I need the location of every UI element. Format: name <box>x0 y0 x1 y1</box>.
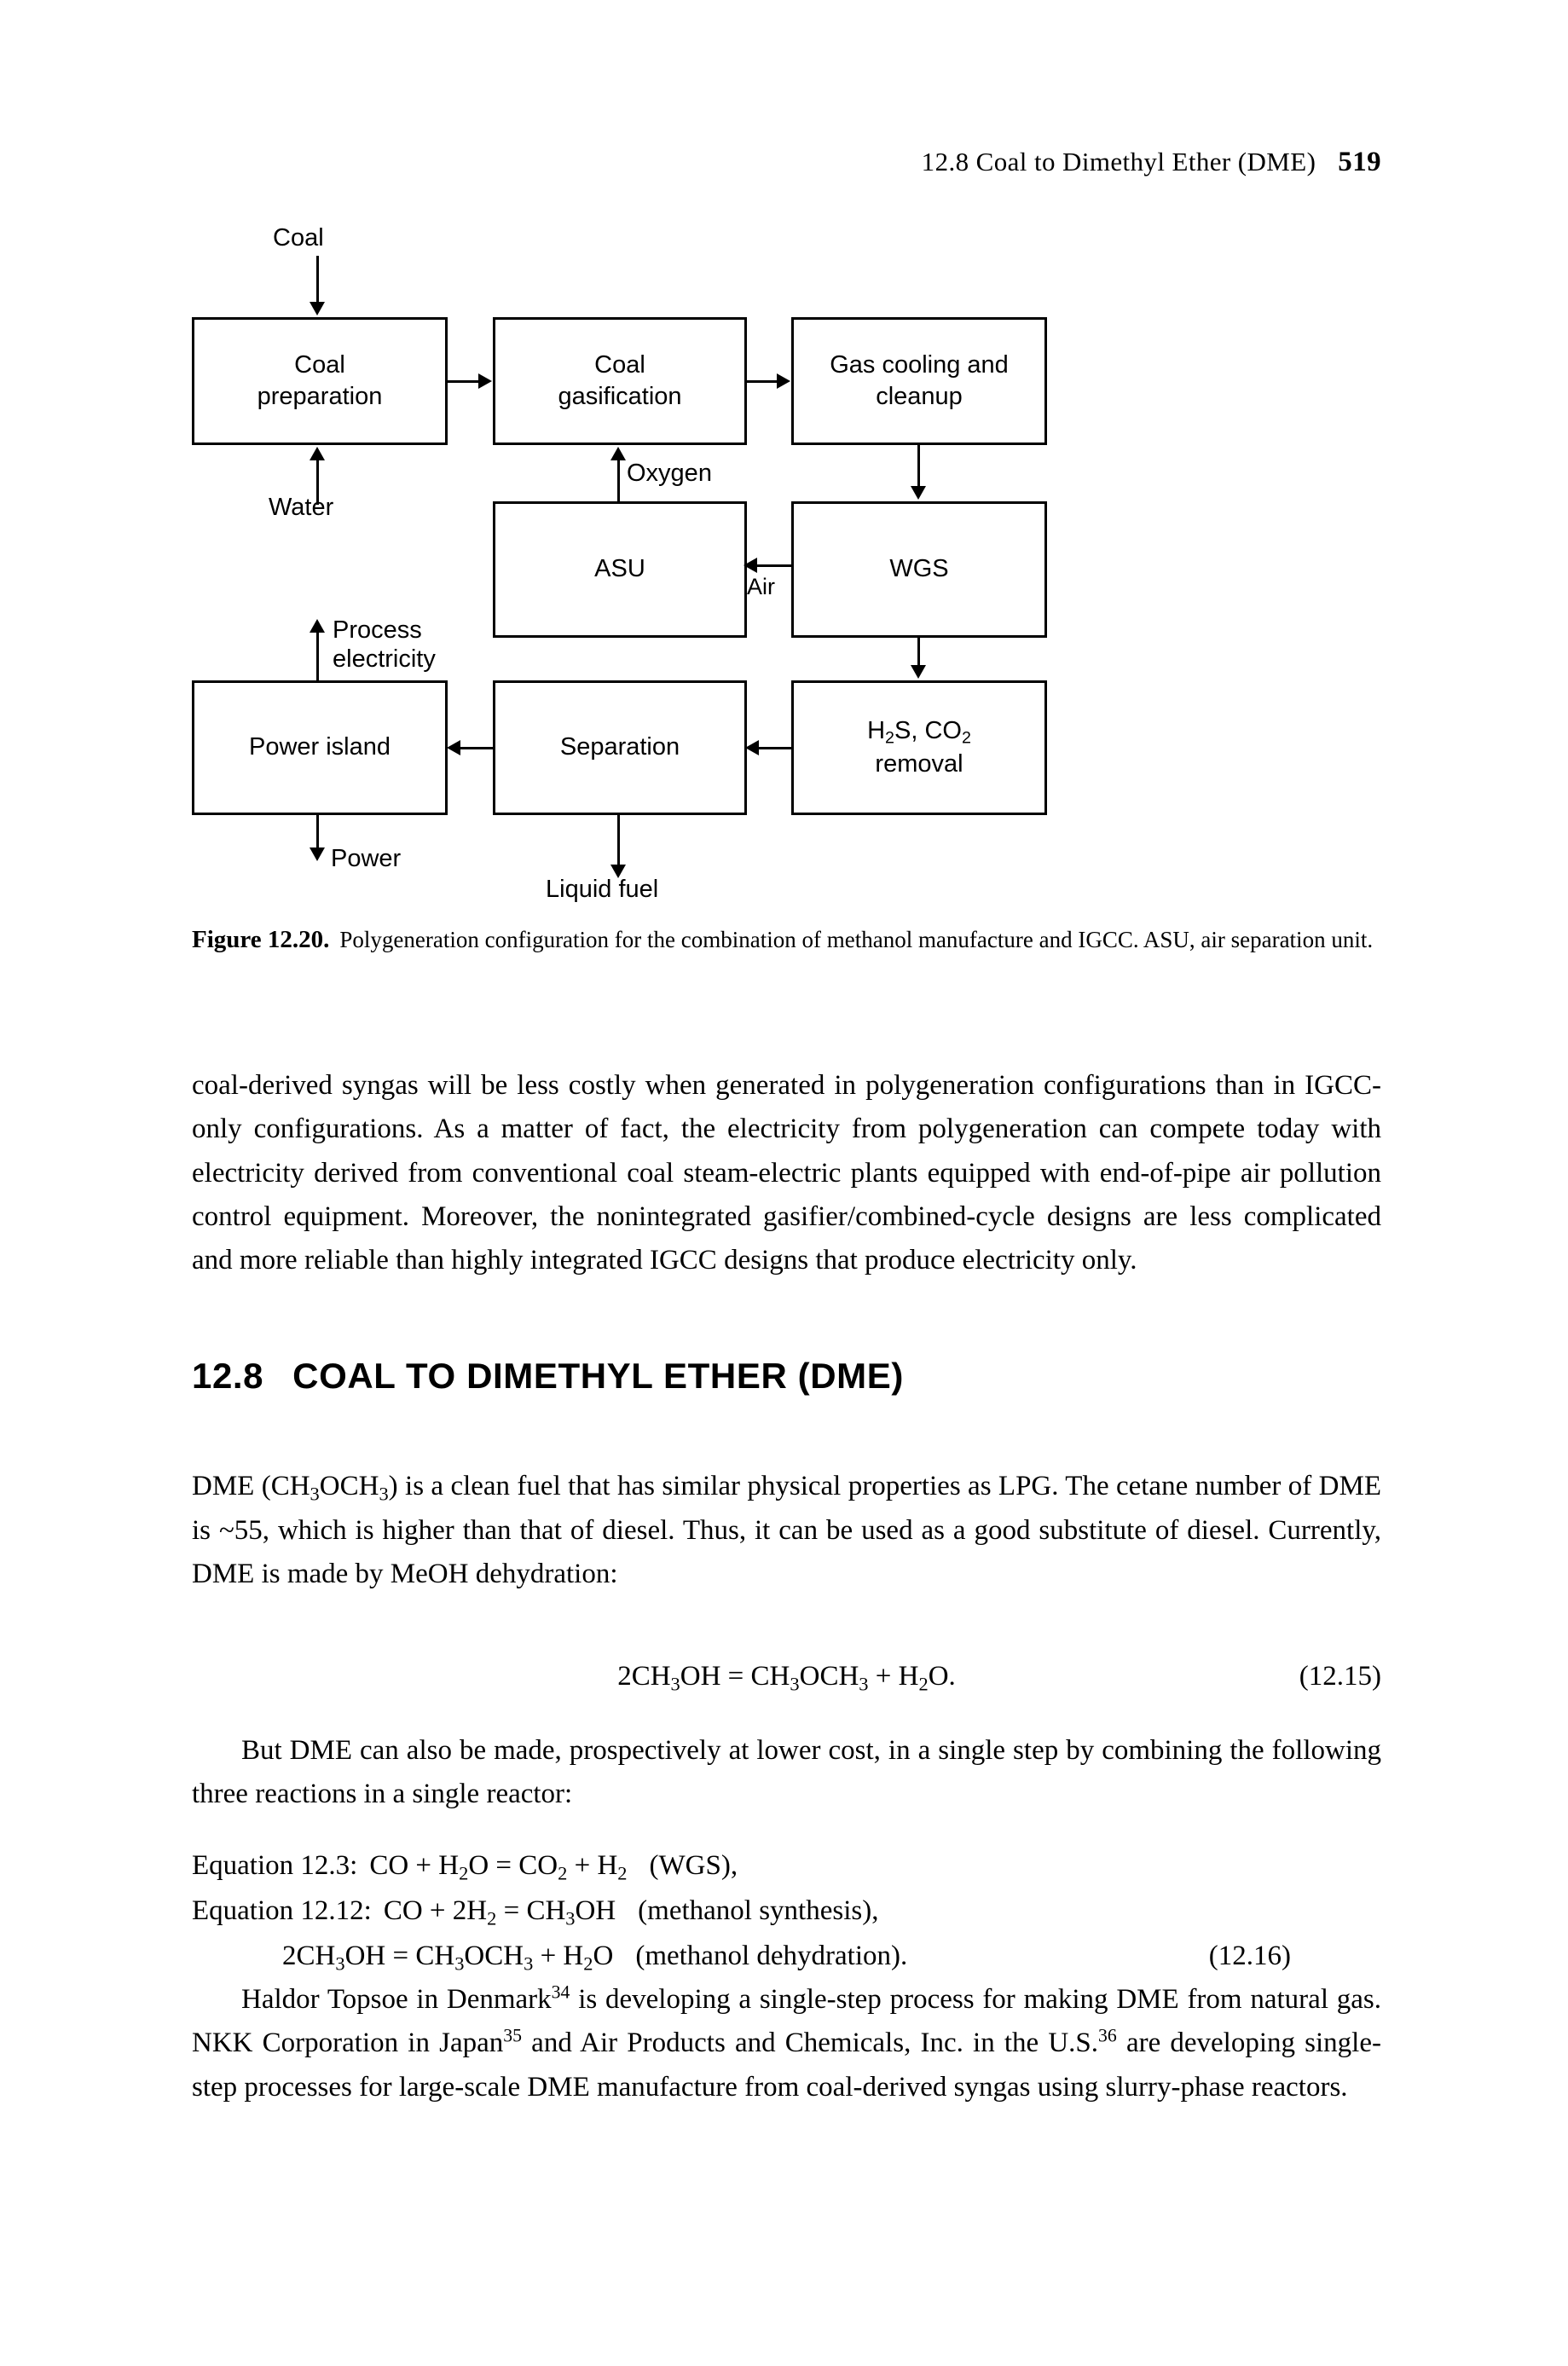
equation-12-15-row: 2CH3OH = CH3OCH3 + H2O. (12.15) <box>192 1654 1381 1700</box>
arrow-process-electricity-line <box>316 633 319 682</box>
stream-label-water: Water <box>269 494 334 521</box>
box-wgs: WGS <box>791 501 1047 638</box>
box-coal-preparation-label: Coal preparation <box>257 350 383 410</box>
box-power-island: Power island <box>192 680 448 815</box>
box-asu: ASU <box>493 501 747 638</box>
equation-row-wgs-name: Equation 12.3: <box>192 1850 358 1881</box>
arrow-gasif-to-cooling-line <box>747 380 778 383</box>
equation-row-methanol-dehydration-note: (methanol dehydration). <box>635 1941 908 1972</box>
arrow-gasif-to-cooling-head <box>777 373 790 389</box>
stream-label-power: Power <box>331 845 402 872</box>
arrow-oxygen-head <box>610 447 626 460</box>
section-title: COAL TO DIMETHYL ETHER (DME) <box>292 1356 904 1396</box>
box-asu-label: ASU <box>594 555 645 583</box>
arrow-power-out-head <box>310 847 325 861</box>
equation-12-15-tag: (12.15) <box>1299 1661 1381 1692</box>
equation-12-16-block: Equation 12.3: CO + H2O = CO2 + H2 (WGS), … <box>192 1843 1381 1980</box>
box-wgs-label: WGS <box>889 555 949 583</box>
paragraph-haldor-topsoe: Haldor Topsoe in Denmark34 is developing… <box>192 1981 1381 2103</box>
arrow-oxygen-line <box>617 460 620 505</box>
box-h2s-co2-removal: H2S, CO2 removal <box>791 680 1047 815</box>
stream-label-process-electricity: Process electricity <box>333 616 436 674</box>
arrow-cooling-to-wgs-line <box>917 445 920 488</box>
equation-12-15-block: 2CH3OH = CH3OCH3 + H2O. (12.15) <box>192 1654 1381 1700</box>
arrow-coal-in-head <box>310 302 325 315</box>
section-number: 12.8 <box>192 1356 264 1396</box>
arrow-wgs-to-removal-line <box>917 638 920 667</box>
equation-row-wgs-body: CO + H2O = CO2 + H2 <box>369 1850 628 1884</box>
box-h2s-co2-removal-label: H2S, CO2 removal <box>867 716 971 778</box>
arrow-removal-to-separation-head <box>745 740 759 755</box>
footnote-ref-36: 36 <box>1098 2026 1117 2046</box>
equation-row-wgs: Equation 12.3: CO + H2O = CO2 + H2 (WGS), <box>192 1843 1381 1889</box>
equation-row-methanol-synthesis: Equation 12.12: CO + 2H2 = CH3OH (methanol… <box>192 1889 1381 1934</box>
box-separation-label: Separation <box>559 733 680 761</box>
arrow-process-electricity-head <box>310 619 325 633</box>
figure-caption-text: Polygeneration configuration for the com… <box>339 927 1374 952</box>
equation-row-methanol-synthesis-note: (methanol synthesis), <box>638 1895 879 1927</box>
arrow-prep-to-gasif-head <box>478 373 492 389</box>
arrow-coal-in-line <box>316 256 319 304</box>
footnote-ref-34: 34 <box>551 1981 570 2003</box>
equation-row-wgs-note: (WGS), <box>649 1850 738 1881</box>
arrow-cooling-to-wgs-head <box>911 486 926 500</box>
arrow-power-out-line <box>316 815 319 851</box>
arrow-water-in-head <box>310 447 325 460</box>
box-coal-gasification: Coal gasification <box>493 317 747 445</box>
stream-label-liquid-fuel: Liquid fuel <box>546 876 659 903</box>
stream-label-air: Air <box>747 574 775 599</box>
equation-row-methanol-dehydration-body: 2CH3OH = CH3OCH3 + H2O <box>282 1941 614 1975</box>
equation-12-16-tag: (12.16) <box>1208 1941 1291 1972</box>
arrow-wgs-to-removal-head <box>911 665 926 679</box>
paragraph-continuation: coal-derived syngas will be less costly … <box>192 1070 1381 1276</box>
box-gas-cooling-cleanup: Gas cooling and cleanup <box>791 317 1047 445</box>
arrow-liquid-fuel-line <box>617 815 620 868</box>
box-power-island-label: Power island <box>248 733 391 761</box>
box-coal-preparation: Coal preparation <box>192 317 448 445</box>
box-separation: Separation <box>493 680 747 815</box>
arrow-separation-to-power-head <box>447 740 460 755</box>
stream-label-oxygen: Oxygen <box>627 460 712 487</box>
section-heading: 12.8 COAL TO DIMETHYL ETHER (DME) <box>192 1356 1381 1397</box>
figure-12-20: Coal Coal preparation Coal gasification … <box>0 0 1568 904</box>
stream-label-coal: Coal <box>273 224 324 252</box>
arrow-air-head <box>743 558 757 573</box>
arrow-prep-to-gasif-line <box>448 380 480 383</box>
footnote-ref-35: 35 <box>503 2026 523 2046</box>
figure-caption: Figure 12.20. Polygeneration configuratio… <box>192 923 1386 957</box>
document-page: 12.8 Coal to Dimethyl Ether (DME) 519 Coa… <box>0 0 1568 2366</box>
equation-row-methanol-dehydration: 2CH3OH = CH3OCH3 + H2O (methanol dehydrat… <box>282 1934 1381 1979</box>
box-coal-gasification-label: Coal gasification <box>558 350 682 410</box>
paragraph-single-step: But DME can also be made, prospectively … <box>192 1735 1381 1810</box>
equation-row-methanol-synthesis-name: Equation 12.12: <box>192 1895 372 1927</box>
box-gas-cooling-cleanup-label: Gas cooling and cleanup <box>830 350 1009 410</box>
figure-caption-label: Figure 12.20. <box>192 926 330 953</box>
equation-12-15-body: 2CH3OH = CH3OCH3 + H2O. <box>617 1661 956 1695</box>
box-h2s-co2-removal-line2: removal <box>875 750 963 778</box>
equation-row-methanol-synthesis-body: CO + 2H2 = CH3OH <box>383 1895 616 1929</box>
paragraph-dme-intro: DME (CH3OCH3) is a clean fuel that has s… <box>192 1471 1381 1590</box>
